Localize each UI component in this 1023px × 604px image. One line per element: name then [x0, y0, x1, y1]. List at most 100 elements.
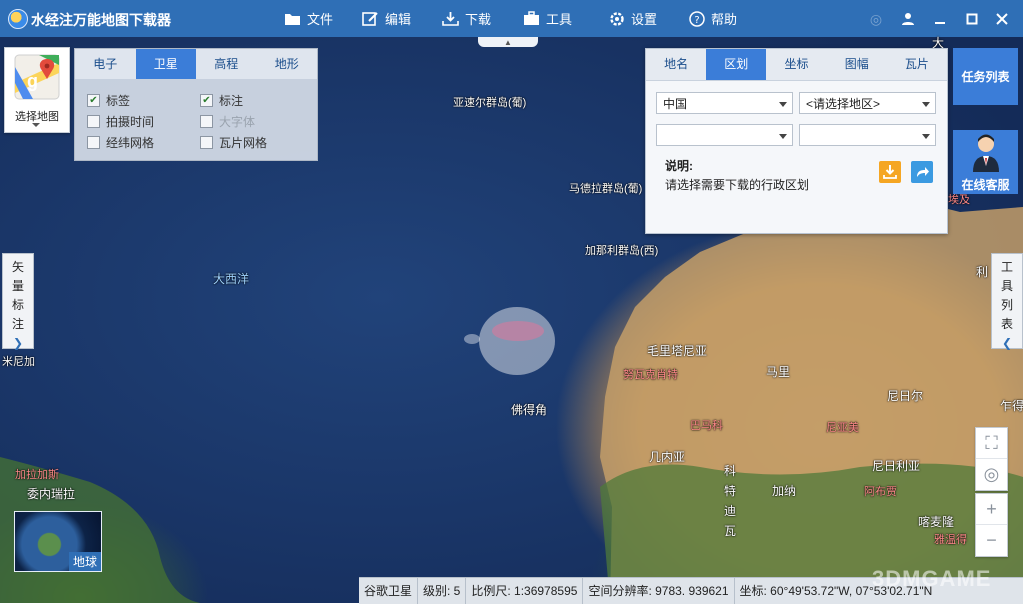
- city-select[interactable]: [656, 124, 793, 146]
- tab-elevation[interactable]: 高程: [196, 49, 257, 79]
- svg-text:?: ?: [694, 15, 699, 26]
- menu-edit[interactable]: 编辑: [362, 0, 411, 37]
- chevron-down-icon: [32, 123, 40, 127]
- tab-electronic[interactable]: 电子: [75, 49, 136, 79]
- menu-tools[interactable]: 工具: [523, 0, 572, 37]
- option-labels[interactable]: ✔ 标签: [87, 92, 130, 109]
- region-tabs: 地名 区划 坐标 图幅 瓦片: [646, 49, 947, 81]
- label-canary: 加那利群岛(西): [585, 245, 659, 257]
- status-resolution: 空间分辨率: 9783. 939621: [583, 578, 735, 604]
- label-libya: 利: [976, 265, 989, 279]
- watermark-text: 3DMGAME: [872, 566, 992, 591]
- folder-icon: [285, 13, 300, 25]
- menu-download[interactable]: 下载: [442, 0, 491, 37]
- checkbox-disabled: [200, 115, 213, 128]
- task-list-button[interactable]: 任务列表: [953, 48, 1018, 105]
- map-tool-controls: ⛶ ◎: [975, 427, 1008, 491]
- zoom-in-button[interactable]: +: [976, 494, 1007, 525]
- county-select[interactable]: [799, 124, 936, 146]
- vector-annotation-tab[interactable]: 矢 量 标 注 ❯: [2, 253, 34, 350]
- chevron-left-icon: ❮: [1001, 336, 1013, 350]
- label-guinea: 几内亚: [649, 450, 686, 464]
- label-chad: 乍得: [1000, 399, 1023, 413]
- label-abuja: 阿布贾: [864, 486, 897, 498]
- map-chooser-label: 选择地图: [15, 111, 59, 123]
- globe-label: 地球: [68, 552, 101, 571]
- label-madeira: 马德拉群岛(葡): [569, 183, 643, 195]
- status-scale: 比例尺: 1:36978595: [466, 578, 584, 604]
- customer-service-avatar-icon: [973, 134, 999, 172]
- edit-icon: [362, 11, 378, 26]
- app-logo-icon: [8, 9, 28, 29]
- menu-settings[interactable]: 设置: [609, 0, 657, 37]
- checkbox-checked[interactable]: ✔: [87, 94, 100, 107]
- checkbox[interactable]: [87, 115, 100, 128]
- zoom-controls: + −: [975, 493, 1008, 557]
- description-title: 说明:: [665, 159, 693, 173]
- status-level: 级别: 5: [418, 578, 467, 604]
- country-select[interactable]: 中国: [656, 92, 793, 114]
- tool-list-tab[interactable]: 工 具 列 表 ❮: [991, 253, 1023, 350]
- label-dominica: 米尼加: [2, 356, 35, 368]
- chevron-down-icon: [779, 134, 787, 139]
- share-button[interactable]: [911, 161, 933, 183]
- download-icon: [442, 11, 459, 26]
- tab-division[interactable]: 区划: [706, 49, 767, 80]
- layer-panel: 电子 卫星 高程 地形 ✔ 标签 ✔ 标注 拍摄时间 大字体 经纬网格 瓦片网格: [74, 48, 318, 161]
- menu-file[interactable]: 文件: [284, 0, 333, 37]
- region-select[interactable]: <请选择地区>: [799, 92, 936, 114]
- gear-icon: [610, 11, 624, 26]
- tab-satellite[interactable]: 卫星: [135, 49, 196, 79]
- minimize-icon[interactable]: [930, 9, 950, 29]
- fullscreen-icon[interactable]: ⛶: [976, 428, 1007, 459]
- label-niamey: 尼亚美: [826, 422, 859, 434]
- svg-text:g: g: [27, 71, 38, 91]
- label-ghana: 加纳: [772, 484, 797, 498]
- disabled-info-icon: ◎: [869, 10, 883, 27]
- tab-terrain[interactable]: 地形: [257, 49, 318, 79]
- tab-coordinates[interactable]: 坐标: [766, 49, 826, 80]
- collapse-top-toggle[interactable]: ▲: [478, 37, 538, 47]
- google-maps-icon: g: [14, 54, 60, 100]
- download-button[interactable]: [879, 161, 901, 183]
- help-icon: ?: [689, 10, 705, 27]
- menu-help[interactable]: ? 帮助: [689, 0, 737, 37]
- region-panel: 地名 区划 坐标 图幅 瓦片 中国 <请选择地区> 说明: 请选择需要下载的行政…: [645, 48, 948, 234]
- layer-tabs: 电子 卫星 高程 地形: [75, 49, 317, 79]
- zoom-out-button[interactable]: −: [976, 525, 1007, 556]
- watermark-mascot-icon: [464, 307, 555, 375]
- chevron-down-icon: [779, 102, 787, 107]
- label-niger: 尼日尔: [887, 389, 924, 403]
- tab-tile[interactable]: 瓦片: [887, 49, 947, 80]
- label-ivory-coast: 科 特 迪 瓦: [724, 464, 737, 538]
- option-latlng-grid[interactable]: 经纬网格: [87, 134, 154, 151]
- label-mauritania: 毛里塔尼亚: [647, 344, 708, 358]
- chevron-down-icon: [922, 134, 930, 139]
- maximize-icon[interactable]: [962, 9, 982, 29]
- option-large-font: 大字体: [200, 113, 255, 130]
- tab-place-name[interactable]: 地名: [646, 49, 706, 80]
- description-text: 请选择需要下载的行政区划: [665, 178, 810, 192]
- download-icon: [883, 165, 897, 179]
- share-arrow-icon: [917, 167, 929, 177]
- chevron-right-icon: ❯: [12, 336, 24, 350]
- map-chooser-button[interactable]: g 选择地图: [4, 47, 70, 133]
- close-icon[interactable]: [992, 9, 1012, 29]
- checkbox[interactable]: [200, 136, 213, 149]
- option-capture-time[interactable]: 拍摄时间: [87, 113, 154, 130]
- checkbox-checked[interactable]: ✔: [200, 94, 213, 107]
- locate-icon[interactable]: ◎: [976, 459, 1007, 490]
- title-bar: 水经注万能地图下载器 文件 编辑 下载 工具 设置 ? 帮助 ◎: [0, 0, 1023, 37]
- checkbox[interactable]: [87, 136, 100, 149]
- option-annotations[interactable]: ✔ 标注: [200, 92, 243, 109]
- user-icon[interactable]: [898, 9, 918, 29]
- chevron-down-icon: [922, 102, 930, 107]
- label-caracas: 加拉加斯: [15, 469, 59, 481]
- online-service-button[interactable]: 在线客服: [953, 130, 1018, 194]
- option-tile-grid[interactable]: 瓦片网格: [200, 134, 267, 151]
- label-nigeria: 尼日利亚: [872, 459, 921, 473]
- tab-map-sheet[interactable]: 图幅: [827, 49, 887, 80]
- label-bamako: 巴马科: [690, 420, 723, 432]
- globe-toggle-button[interactable]: 地球: [14, 511, 102, 572]
- label-nouakchott: 努瓦克肖特: [623, 369, 678, 381]
